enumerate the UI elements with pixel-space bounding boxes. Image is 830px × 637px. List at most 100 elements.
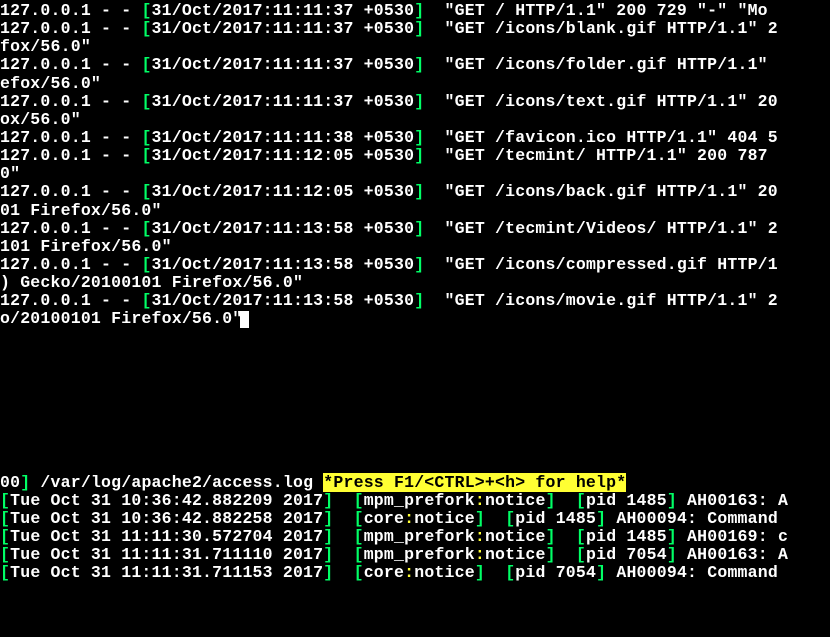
log-segment: ) Gecko/20100101 Firefox/56.0": [0, 273, 303, 292]
log-segment: [: [576, 545, 586, 564]
log-segment: pid 1485: [515, 509, 596, 528]
status-left-bracket-num: 00: [0, 473, 20, 492]
log-segment: Tue Oct 31 11:11:31.711153 2017: [10, 563, 323, 582]
log-segment: 127.0.0.1 - -: [0, 291, 141, 310]
error-log-line: [Tue Oct 31 10:36:42.882209 2017] [mpm_p…: [0, 492, 830, 510]
log-segment: pid 1485: [586, 527, 667, 546]
status-help-hint: *Press F1/<CTRL>+<h> for help*: [323, 473, 626, 492]
log-segment: [: [505, 563, 515, 582]
log-segment: [: [141, 146, 151, 165]
access-log-line: ) Gecko/20100101 Firefox/56.0": [0, 274, 830, 292]
log-segment: 127.0.0.1 - -: [0, 19, 141, 38]
error-log-line: [Tue Oct 31 11:11:31.711153 2017] [core:…: [0, 564, 830, 582]
access-log-line: fox/56.0": [0, 38, 830, 56]
access-log-line: 127.0.0.1 - - [31/Oct/2017:11:13:58 +053…: [0, 220, 830, 238]
log-segment: ]: [414, 92, 424, 111]
log-segment: "GET /icons/compressed.gif HTTP/1: [424, 255, 778, 274]
log-segment: 127.0.0.1 - -: [0, 1, 141, 20]
error-log-pane[interactable]: [Tue Oct 31 10:36:42.882209 2017] [mpm_p…: [0, 492, 830, 583]
log-segment: 127.0.0.1 - -: [0, 146, 141, 165]
status-right-bracket: ]: [20, 473, 30, 492]
log-segment: 31/Oct/2017:11:11:37 +0530: [152, 1, 415, 20]
log-segment: [: [141, 255, 151, 274]
log-segment: AH00094: Command: [606, 563, 788, 582]
log-segment: ]: [546, 545, 556, 564]
log-segment: ]: [546, 491, 556, 510]
access-log-line: o/20100101 Firefox/56.0": [0, 310, 830, 328]
log-segment: fox/56.0": [0, 37, 91, 56]
log-segment: 101 Firefox/56.0": [0, 237, 172, 256]
log-segment: Tue Oct 31 11:11:31.711110 2017: [10, 545, 323, 564]
access-log-pane[interactable]: 127.0.0.1 - - [31/Oct/2017:11:11:37 +053…: [0, 0, 830, 474]
log-segment: "GET /favicon.ico HTTP/1.1" 404 5: [424, 128, 778, 147]
log-segment: [: [141, 128, 151, 147]
log-segment: [: [0, 527, 10, 546]
log-segment: pid 1485: [586, 491, 667, 510]
log-segment: pid 7054: [586, 545, 667, 564]
log-segment: [: [141, 219, 151, 238]
log-segment: ]: [546, 527, 556, 546]
log-segment: [: [505, 509, 515, 528]
access-log-line: 127.0.0.1 - - [31/Oct/2017:11:13:58 +053…: [0, 256, 830, 274]
log-segment: ]: [414, 19, 424, 38]
access-log-line: efox/56.0": [0, 75, 830, 93]
log-segment: mpm_prefork: [364, 527, 475, 546]
log-segment: "GET /tecmint/Videos/ HTTP/1.1" 2: [424, 219, 778, 238]
log-segment: core: [364, 563, 404, 582]
log-segment: 31/Oct/2017:11:11:37 +0530: [152, 92, 415, 111]
log-segment: 31/Oct/2017:11:13:58 +0530: [152, 219, 415, 238]
log-segment: [: [141, 55, 151, 74]
log-segment: notice: [414, 509, 475, 528]
log-segment: [: [0, 545, 10, 564]
log-segment: :: [404, 563, 414, 582]
log-segment: "GET /icons/blank.gif HTTP/1.1" 2: [424, 19, 778, 38]
log-segment: :: [475, 491, 485, 510]
access-log-line: 127.0.0.1 - - [31/Oct/2017:11:11:37 +053…: [0, 20, 830, 38]
log-segment: notice: [485, 527, 546, 546]
log-segment: [: [354, 563, 364, 582]
blank-line: [0, 456, 830, 474]
access-log-line: 127.0.0.1 - - [31/Oct/2017:11:12:05 +053…: [0, 147, 830, 165]
log-segment: [485, 563, 505, 582]
log-segment: [485, 509, 505, 528]
log-segment: notice: [485, 491, 546, 510]
log-segment: [333, 491, 353, 510]
log-segment: 01 Firefox/56.0": [0, 201, 162, 220]
log-segment: ]: [323, 509, 333, 528]
log-segment: ]: [414, 291, 424, 310]
log-segment: [333, 545, 353, 564]
log-segment: mpm_prefork: [364, 545, 475, 564]
log-segment: [: [141, 291, 151, 310]
log-segment: ]: [323, 545, 333, 564]
blank-line: [0, 419, 830, 437]
log-segment: 0": [0, 164, 20, 183]
error-log-line: [Tue Oct 31 11:11:30.572704 2017] [mpm_p…: [0, 528, 830, 546]
access-log-line: 127.0.0.1 - - [31/Oct/2017:11:12:05 +053…: [0, 183, 830, 201]
log-segment: ]: [475, 563, 485, 582]
log-segment: [: [141, 1, 151, 20]
log-segment: ]: [414, 146, 424, 165]
access-log-line: 127.0.0.1 - - [31/Oct/2017:11:11:38 +053…: [0, 129, 830, 147]
log-segment: 31/Oct/2017:11:11:37 +0530: [152, 55, 415, 74]
log-segment: notice: [485, 545, 546, 564]
log-segment: :: [404, 509, 414, 528]
log-segment: [333, 527, 353, 546]
log-segment: [556, 545, 576, 564]
log-segment: [: [354, 527, 364, 546]
log-segment: ]: [323, 491, 333, 510]
log-segment: 31/Oct/2017:11:13:58 +0530: [152, 255, 415, 274]
log-segment: AH00163: A: [677, 491, 788, 510]
log-segment: [: [354, 491, 364, 510]
log-segment: ]: [323, 527, 333, 546]
log-segment: ox/56.0": [0, 110, 81, 129]
log-segment: [: [141, 182, 151, 201]
log-segment: efox/56.0": [0, 74, 101, 93]
log-segment: ]: [414, 1, 424, 20]
log-segment: ]: [667, 545, 677, 564]
log-segment: [556, 491, 576, 510]
log-segment: 31/Oct/2017:11:13:58 +0530: [152, 291, 415, 310]
log-segment: [: [354, 545, 364, 564]
log-segment: 31/Oct/2017:11:12:05 +0530: [152, 146, 415, 165]
log-segment: 127.0.0.1 - -: [0, 55, 141, 74]
log-segment: "GET /tecmint/ HTTP/1.1" 200 787: [424, 146, 778, 165]
